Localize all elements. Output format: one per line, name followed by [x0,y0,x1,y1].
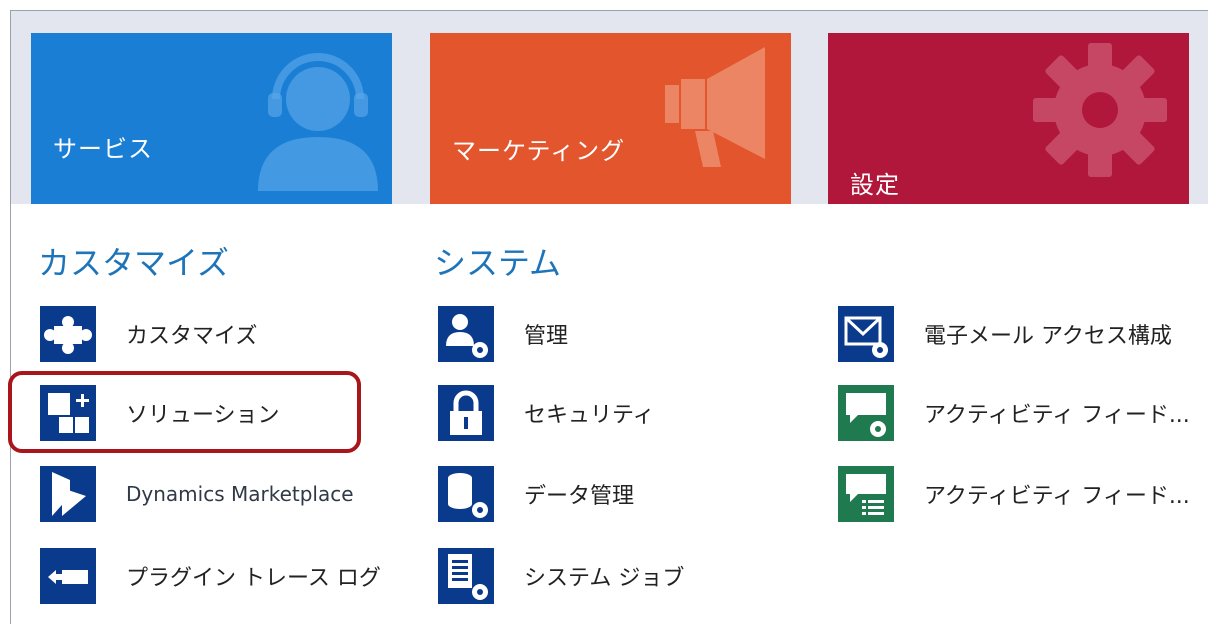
tile-settings[interactable]: 設定 [828,33,1189,204]
tile-settings-label: 設定 [850,171,900,199]
plugin-trace-icon [40,548,96,604]
users-gear-icon [438,306,494,362]
person-headset-icon [258,53,378,191]
heading-system: システム [434,244,562,282]
feed-list-icon [838,466,894,522]
item-customize-label: カスタマイズ [126,324,258,349]
item-security-label: セキュリティ [524,403,655,428]
dynamics-logo-icon [40,466,96,522]
puzzle-icon [40,306,96,362]
item-system-jobs-label: システム ジョブ [524,566,685,591]
item-activity-feeds-config[interactable]: アクティビティ フィード... [838,384,1190,442]
item-customize[interactable]: カスタマイズ [40,305,257,363]
item-activity-feeds-rules[interactable]: アクティビティ フィード... [838,465,1190,523]
item-data-management-label: データ管理 [524,484,635,509]
item-email-access-config-label: 電子メール アクセス構成 [924,324,1172,349]
item-data-management[interactable]: データ管理 [438,465,634,523]
item-activity-feeds-rules-label: アクティビティ フィード... [924,484,1190,509]
tile-service[interactable]: サービス [31,33,392,204]
megaphone-icon [665,47,765,167]
item-dynamics-marketplace[interactable]: Dynamics Marketplace [40,465,354,523]
gear-icon [1033,43,1167,177]
item-administration-label: 管理 [524,324,569,349]
item-security[interactable]: セキュリティ [438,384,655,442]
solutions-highlight-outline [8,371,361,453]
item-administration[interactable]: 管理 [438,305,568,363]
item-system-jobs[interactable]: システム ジョブ [438,547,684,605]
mail-gear-icon [838,306,894,362]
item-email-access-config[interactable]: 電子メール アクセス構成 [838,305,1172,363]
database-gear-icon [438,466,494,522]
item-plugin-trace-log[interactable]: プラグイン トレース ログ [40,547,381,605]
heading-customize: カスタマイズ [38,244,230,282]
tile-marketing-label: マーケティング [452,137,626,165]
item-dynamics-marketplace-label: Dynamics Marketplace [126,482,354,506]
item-activity-feeds-config-label: アクティビティ フィード... [924,403,1190,428]
padlock-icon [438,385,494,441]
tile-service-label: サービス [53,135,153,163]
item-plugin-trace-log-label: プラグイン トレース ログ [126,566,381,591]
feed-gear-icon [838,385,894,441]
document-gear-icon [438,548,494,604]
tile-marketing[interactable]: マーケティング [430,33,791,204]
